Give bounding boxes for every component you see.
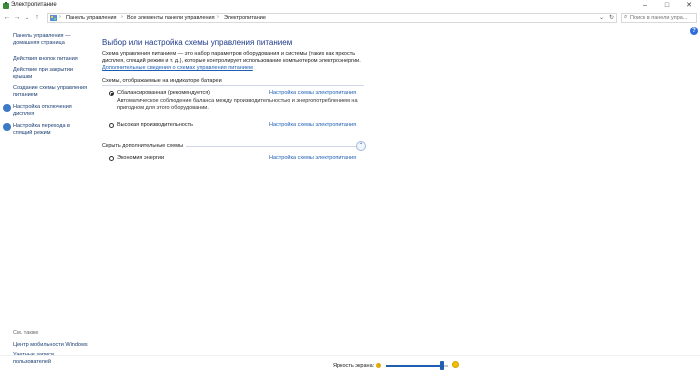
- plan-radio-balanced[interactable]: [109, 91, 114, 96]
- refresh-icon[interactable]: ↻: [609, 14, 614, 21]
- control-panel-icon: [50, 15, 57, 21]
- minimize-button[interactable]: –: [634, 0, 656, 11]
- sidebar-item-user-accounts[interactable]: Учетные записи пользователей: [13, 352, 73, 365]
- divider: [0, 355, 700, 356]
- page-description: Схема управления питанием — это набор па…: [102, 51, 361, 64]
- close-button[interactable]: ✕: [678, 0, 700, 11]
- sidebar-home-link[interactable]: Панель управления — домашняя страница: [13, 33, 79, 46]
- plan-description-balanced: Автоматическое соблюдение баланса между …: [117, 98, 358, 111]
- page-title: Выбор или настройка схемы управления пит…: [102, 38, 293, 47]
- breadcrumb-separator-icon: ›: [59, 14, 61, 20]
- breadcrumb-control-panel[interactable]: Панель управления: [66, 15, 117, 21]
- breadcrumb-power-options[interactable]: Электропитание: [224, 15, 266, 21]
- plan-radio-high-performance[interactable]: [109, 123, 114, 128]
- search-box[interactable]: ⌕: [621, 13, 697, 23]
- chevron-down-icon[interactable]: ⌄: [599, 14, 604, 21]
- shield-icon: [3, 123, 11, 131]
- plan-settings-link-high-performance[interactable]: Настройка схемы электропитания: [269, 122, 356, 128]
- title-bar: Электропитание – □ ✕: [0, 0, 700, 11]
- chevron-up-icon[interactable]: ⌃: [356, 141, 366, 151]
- breadcrumb-separator-icon: ›: [217, 14, 219, 20]
- plan-radio-power-saver[interactable]: [109, 156, 114, 161]
- sidebar-item-display-off[interactable]: Настройка отключения дисплея: [13, 104, 79, 117]
- battery-plans-label: Схемы, отображаемые на индикаторе батаре…: [102, 78, 222, 84]
- sidebar-item-mobility-center[interactable]: Центр мобильности Windows: [13, 342, 95, 349]
- sidebar-item-lid-close[interactable]: Действие при закрытии крышки: [13, 67, 79, 80]
- plan-settings-link-balanced[interactable]: Настройка схемы электропитания: [269, 90, 356, 96]
- sidebar: Панель управления — домашняя страница Де…: [0, 28, 92, 376]
- breadcrumb-separator-icon: ›: [121, 14, 123, 20]
- back-arrow-icon[interactable]: ←: [2, 13, 12, 23]
- address-bar[interactable]: › Панель управления › Все элементы панел…: [47, 13, 617, 23]
- recent-locations-icon[interactable]: ⌄: [22, 13, 32, 23]
- help-icon[interactable]: ?: [690, 27, 698, 35]
- divider: [186, 146, 356, 147]
- shield-icon: [3, 104, 11, 112]
- sidebar-item-create-plan[interactable]: Создание схемы управления питанием: [13, 85, 93, 98]
- sidebar-item-sleep[interactable]: Настройка перехода в спящий режим: [13, 123, 79, 136]
- hide-additional-plans-label[interactable]: Скрыть дополнительные схемы: [102, 143, 183, 149]
- brightness-high-icon: [452, 361, 459, 368]
- window-title: Электропитание: [11, 2, 57, 8]
- up-arrow-icon[interactable]: ↑: [32, 13, 42, 23]
- breadcrumb-all-items[interactable]: Все элементы панели управления: [127, 15, 215, 21]
- brightness-slider-fill: [386, 365, 442, 367]
- plan-settings-link-power-saver[interactable]: Настройка схемы электропитания: [269, 155, 356, 161]
- brightness-label: Яркость экрана:: [333, 363, 375, 369]
- plan-name-high-performance[interactable]: Высокая производительность: [117, 122, 193, 128]
- see-also-label: См. также: [13, 330, 39, 336]
- divider: [102, 85, 364, 86]
- maximize-button[interactable]: □: [656, 0, 678, 11]
- plan-name-balanced[interactable]: Сбалансированная (рекомендуется): [117, 90, 210, 96]
- more-info-link[interactable]: Дополнительные сведения о схемах управле…: [102, 65, 253, 71]
- brightness-low-icon: [376, 363, 381, 368]
- forward-arrow-icon[interactable]: →: [12, 13, 22, 23]
- search-icon: ⌕: [624, 14, 628, 20]
- navigation-bar: ← → ⌄ ↑ › Панель управления › Все элемен…: [0, 12, 700, 24]
- power-options-icon: [3, 2, 9, 9]
- brightness-slider[interactable]: [386, 365, 448, 367]
- search-input[interactable]: [630, 14, 694, 22]
- sidebar-item-power-buttons[interactable]: Действия кнопок питания: [13, 56, 88, 63]
- brightness-slider-thumb[interactable]: [439, 361, 444, 370]
- plan-name-power-saver[interactable]: Экономия энергии: [117, 155, 164, 161]
